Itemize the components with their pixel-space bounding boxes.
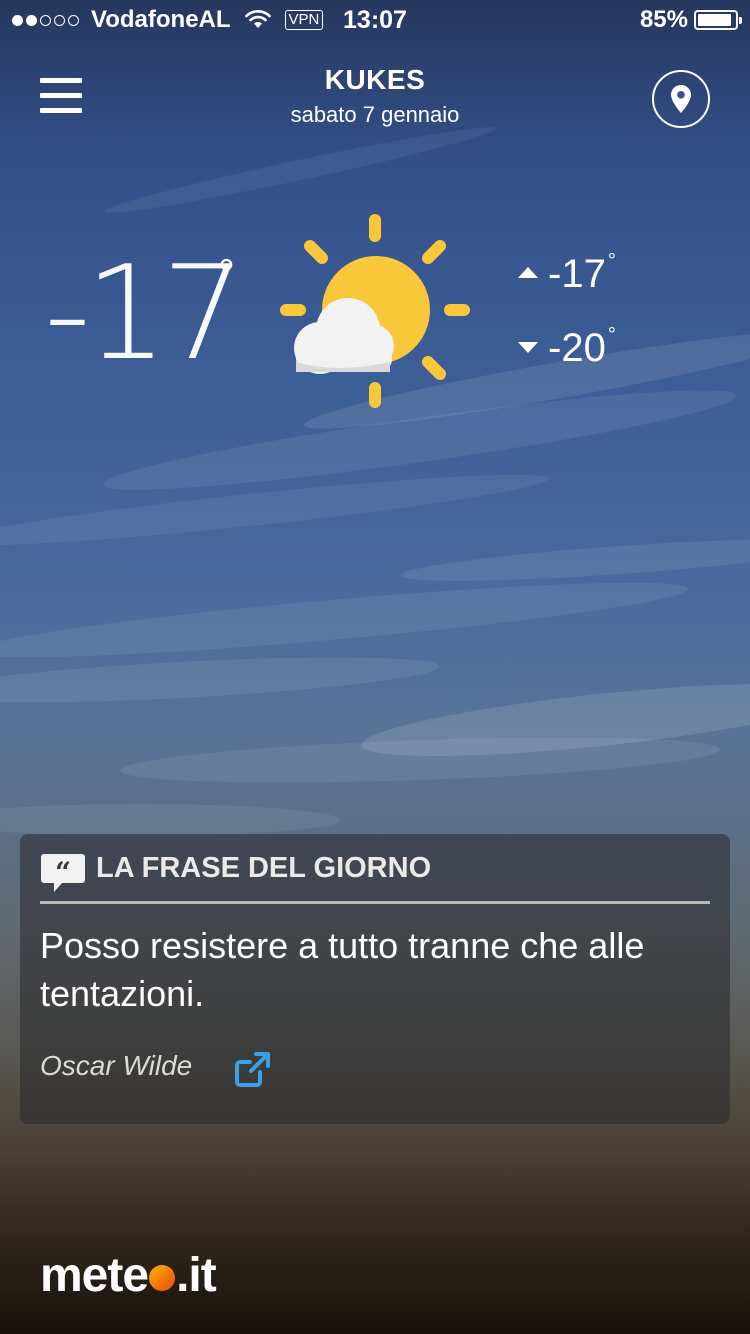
status-bar: VodafoneAL VPN 13:07 85% <box>0 0 750 40</box>
current-date: sabato 7 gennaio <box>290 102 460 127</box>
quote-bubble-icon: “ <box>41 854 85 892</box>
battery-percentage: 85% <box>639 6 688 33</box>
city-name: KUKES <box>324 64 426 95</box>
current-temperature-degree: ° <box>218 250 235 297</box>
location-pin-icon <box>671 85 691 113</box>
quote-card: “ LA FRASE DEL GIORNO Posso resistere a … <box>20 834 730 1124</box>
current-temperature: -17 <box>44 237 244 389</box>
quote-section-title: LA FRASE DEL GIORNO <box>96 852 432 884</box>
min-temperature: -20 ° <box>518 324 616 371</box>
sky-background <box>0 127 750 836</box>
status-time: 13:07 <box>343 6 407 34</box>
min-degree: ° <box>607 324 616 346</box>
divider <box>40 901 710 904</box>
max-temperature: -17 ° <box>518 250 616 297</box>
max-degree: ° <box>607 250 616 272</box>
external-link-icon[interactable] <box>234 1050 272 1088</box>
location-button[interactable] <box>652 70 710 128</box>
meteo-it-logo: mete .it <box>40 1248 217 1303</box>
quote-text: Posso resistere a tutto tranne che alle … <box>40 925 645 1014</box>
arrow-down-icon <box>518 342 538 353</box>
quote-author: Oscar Wilde <box>40 1050 193 1081</box>
status-right: 85% <box>639 6 742 34</box>
svg-text:“: “ <box>55 856 71 889</box>
min-temperature-value: -20 <box>548 326 606 370</box>
battery-icon <box>694 10 742 30</box>
logo-text-right: .it <box>176 1249 217 1302</box>
logo-sun-dot <box>149 1264 176 1291</box>
partly-cloudy-sun-icon <box>280 214 470 408</box>
max-temperature-value: -17 <box>548 252 606 296</box>
logo-text-left: mete <box>40 1249 149 1302</box>
arrow-up-icon <box>518 267 538 278</box>
